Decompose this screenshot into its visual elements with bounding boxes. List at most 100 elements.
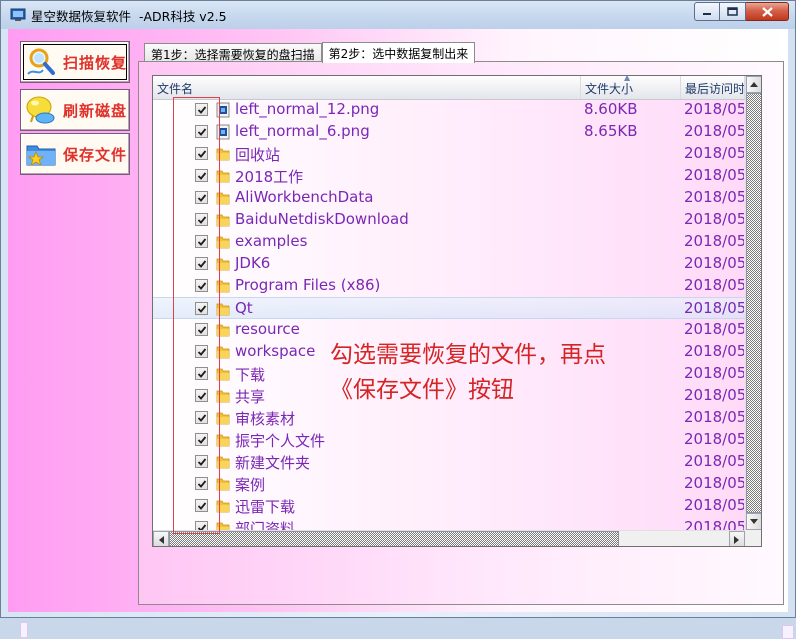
save-files-label: 保存文件 — [63, 145, 128, 164]
scroll-down-button[interactable] — [746, 513, 761, 530]
table-row[interactable]: 新建文件夹 2018/05 — [153, 451, 745, 473]
maximize-button[interactable] — [720, 2, 746, 21]
checkmark-icon — [197, 216, 207, 224]
row-lastaccess: 2018/05 — [684, 452, 744, 470]
file-list[interactable]: 文件名 文件大小 ▲ 最后访问时 left_normal_12.png 8.60K… — [152, 75, 762, 547]
row-filename: 迅雷下载 — [235, 498, 296, 516]
row-filename: JDK6 — [235, 254, 271, 272]
save-files-button[interactable]: 保存文件 — [20, 133, 130, 175]
scroll-up-button[interactable] — [746, 76, 761, 93]
folder-icon — [216, 432, 230, 448]
row-checkbox[interactable] — [195, 169, 208, 182]
scroll-left-button[interactable] — [153, 531, 169, 546]
row-checkbox[interactable] — [195, 125, 208, 138]
window-controls — [694, 2, 789, 21]
row-filename: 下载 — [235, 366, 266, 384]
column-header-lastaccess[interactable]: 最后访问时 — [681, 76, 745, 99]
checkmark-icon — [197, 326, 207, 334]
row-checkbox[interactable] — [195, 499, 208, 512]
row-filename: Program Files (x86) — [235, 276, 381, 294]
table-row[interactable]: BaiduNetdiskDownload 2018/05 — [153, 209, 745, 231]
table-row[interactable]: 部门资料 2018/05 — [153, 517, 745, 530]
table-row[interactable]: 振宇个人文件 2018/05 — [153, 429, 745, 451]
row-checkbox[interactable] — [195, 367, 208, 380]
horizontal-scroll-thumb[interactable] — [169, 531, 619, 546]
row-checkbox[interactable] — [195, 235, 208, 248]
table-row[interactable]: 案例 2018/05 — [153, 473, 745, 495]
row-lastaccess: 2018/05 — [684, 408, 744, 426]
table-row[interactable]: 2018工作 2018/05 — [153, 165, 745, 187]
row-checkbox[interactable] — [195, 345, 208, 358]
checkmark-icon — [197, 392, 207, 400]
table-row[interactable]: examples 2018/05 — [153, 231, 745, 253]
row-lastaccess: 2018/05 — [684, 210, 744, 228]
table-row[interactable]: 下载 2018/05 — [153, 363, 745, 385]
row-checkbox[interactable] — [195, 279, 208, 292]
vertical-scrollbar[interactable] — [745, 76, 761, 530]
column-header-filesize[interactable]: 文件大小 ▲ — [581, 76, 681, 99]
checkmark-icon — [197, 260, 207, 268]
checkmark-icon — [197, 106, 207, 114]
table-row[interactable]: 审核素材 2018/05 — [153, 407, 745, 429]
step-tabs: 第1步：选择需要恢复的盘扫描 第2步：选中数据复制出来 — [144, 42, 476, 63]
scan-recover-button[interactable]: 扫描恢复 — [20, 41, 130, 83]
checkmark-icon — [197, 305, 207, 313]
row-lastaccess: 2018/05 — [684, 299, 744, 317]
row-checkbox[interactable] — [195, 323, 208, 336]
refresh-disk-button[interactable]: 刷新磁盘 — [20, 89, 130, 131]
refresh-disk-label: 刷新磁盘 — [63, 101, 128, 120]
table-row[interactable]: 回收站 2018/05 — [153, 143, 745, 165]
row-checkbox[interactable] — [195, 455, 208, 468]
folder-icon — [216, 344, 230, 360]
row-checkbox[interactable] — [195, 477, 208, 490]
row-filename: 审核素材 — [235, 410, 296, 428]
row-checkbox[interactable] — [195, 433, 208, 446]
row-filename: 案例 — [235, 476, 266, 494]
row-checkbox[interactable] — [195, 213, 208, 226]
close-icon — [761, 6, 773, 17]
row-checkbox[interactable] — [195, 191, 208, 204]
folder-icon — [216, 322, 230, 338]
row-filename: AliWorkbenchData — [235, 188, 374, 206]
row-checkbox[interactable] — [195, 257, 208, 270]
horizontal-scrollbar[interactable] — [153, 530, 745, 546]
table-row[interactable]: 迅雷下载 2018/05 — [153, 495, 745, 517]
tab-step2-copy[interactable]: 第2步：选中数据复制出来 — [321, 42, 476, 63]
row-checkbox[interactable] — [195, 147, 208, 160]
minimize-button[interactable] — [694, 2, 720, 21]
table-row[interactable]: left_normal_12.png 8.60KB 2018/05 — [153, 99, 745, 121]
size-grip[interactable] — [782, 625, 794, 639]
vertical-scroll-thumb[interactable] — [746, 93, 761, 513]
list-header: 文件名 文件大小 ▲ 最后访问时 — [153, 76, 745, 100]
table-row[interactable]: 共享 2018/05 — [153, 385, 745, 407]
row-checkbox[interactable] — [195, 389, 208, 402]
row-lastaccess: 2018/05 — [684, 232, 744, 250]
sort-ascending-icon: ▲ — [624, 76, 631, 82]
row-checkbox[interactable] — [195, 103, 208, 116]
scroll-right-button[interactable] — [729, 531, 745, 546]
file-rows: left_normal_12.png 8.60KB 2018/05 left_norm… — [153, 99, 745, 530]
row-checkbox[interactable] — [195, 521, 208, 530]
table-row[interactable]: JDK6 2018/05 — [153, 253, 745, 275]
table-row[interactable]: Program Files (x86) 2018/05 — [153, 275, 745, 297]
title-bar[interactable]: 星空数据恢复软件 -ADR科技 v2.5 — [1, 1, 795, 29]
checkmark-icon — [197, 194, 207, 202]
table-row[interactable]: Qt 2018/05 — [153, 297, 745, 319]
folder-icon — [216, 454, 230, 470]
column-header-filename[interactable]: 文件名 — [153, 76, 581, 99]
client-area: 扫描恢复 刷新磁盘 保存文件 第1步：选择需要恢复的盘扫描 第2步：选中数据复制… — [8, 29, 794, 639]
table-row[interactable]: workspace 2018/05 — [153, 341, 745, 363]
folder-icon — [216, 366, 230, 382]
row-filesize: 8.60KB — [584, 100, 638, 118]
arrow-left-icon — [159, 536, 164, 544]
folder-icon — [216, 520, 230, 530]
tab-step1-scan[interactable]: 第1步：选择需要恢复的盘扫描 — [144, 43, 322, 62]
row-checkbox[interactable] — [195, 411, 208, 424]
table-row[interactable]: left_normal_6.png 8.65KB 2018/05 — [153, 121, 745, 143]
close-button[interactable] — [746, 2, 789, 21]
folder-icon — [216, 234, 230, 250]
table-row[interactable]: resource 2018/05 — [153, 319, 745, 341]
image-file-icon — [216, 102, 230, 118]
row-checkbox[interactable] — [195, 302, 208, 315]
table-row[interactable]: AliWorkbenchData 2018/05 — [153, 187, 745, 209]
